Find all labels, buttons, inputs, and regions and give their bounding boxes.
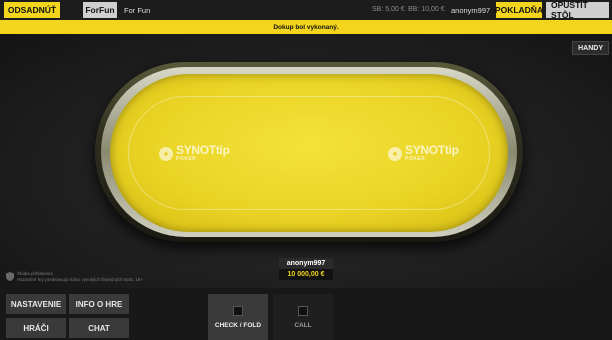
call-checkbox[interactable]: [298, 305, 308, 316]
top-bar: ODSADNÚŤ ForFun For Fun SB: 5,00 € BB: 1…: [0, 0, 612, 20]
mode-badge: ForFun: [83, 2, 117, 18]
username-label: anonym997: [451, 6, 491, 15]
table-mode-label: For Fun: [124, 6, 151, 15]
shield-icon: [6, 272, 14, 281]
call-label: CALL: [294, 321, 312, 329]
player-name[interactable]: anonym997: [279, 258, 333, 269]
leave-seat-button[interactable]: ODSADNÚŤ: [4, 2, 60, 18]
check-fold-button[interactable]: CHECK / FOLD: [208, 294, 268, 340]
small-blind-label: SB: 5,00 €: [372, 6, 405, 13]
leave-table-button[interactable]: OPUSTIŤ STÔL: [546, 0, 609, 20]
spade-logo-icon: ♠: [388, 146, 402, 161]
settings-button[interactable]: NASTAVENIE: [6, 294, 66, 314]
players-button[interactable]: HRÁČI: [6, 318, 66, 338]
logo-left-name: SYNOTtip: [176, 143, 230, 157]
logo-right-name: SYNOTtip: [405, 143, 459, 157]
call-button[interactable]: CALL: [273, 294, 333, 340]
spade-logo-icon: ♠: [159, 146, 173, 161]
synottip-logo-left: ♠ SYNOTtip POKER: [159, 143, 230, 162]
game-info-button[interactable]: INFO O HRE: [69, 294, 129, 314]
cashier-button[interactable]: POKLADŇA: [495, 2, 543, 18]
player-stack: 10 000,00 €: [279, 269, 333, 280]
handy-button[interactable]: HANDY: [572, 41, 609, 55]
synottip-logo-right: ♠ SYNOTtip POKER: [388, 143, 459, 162]
check-fold-checkbox[interactable]: [233, 305, 243, 316]
disclaimer: Štúdia prihlásenia Hazardné hry predstav…: [6, 271, 143, 283]
big-blind-label: BB: 10,00 €: [408, 6, 445, 13]
check-fold-label: CHECK / FOLD: [214, 321, 262, 329]
notice-bar: Dokup bol vykonaný.: [0, 20, 612, 34]
chat-button[interactable]: CHAT: [69, 318, 129, 338]
disclaimer-line-2: Hazardné hry predstavujú riziko vysokých…: [17, 277, 143, 282]
